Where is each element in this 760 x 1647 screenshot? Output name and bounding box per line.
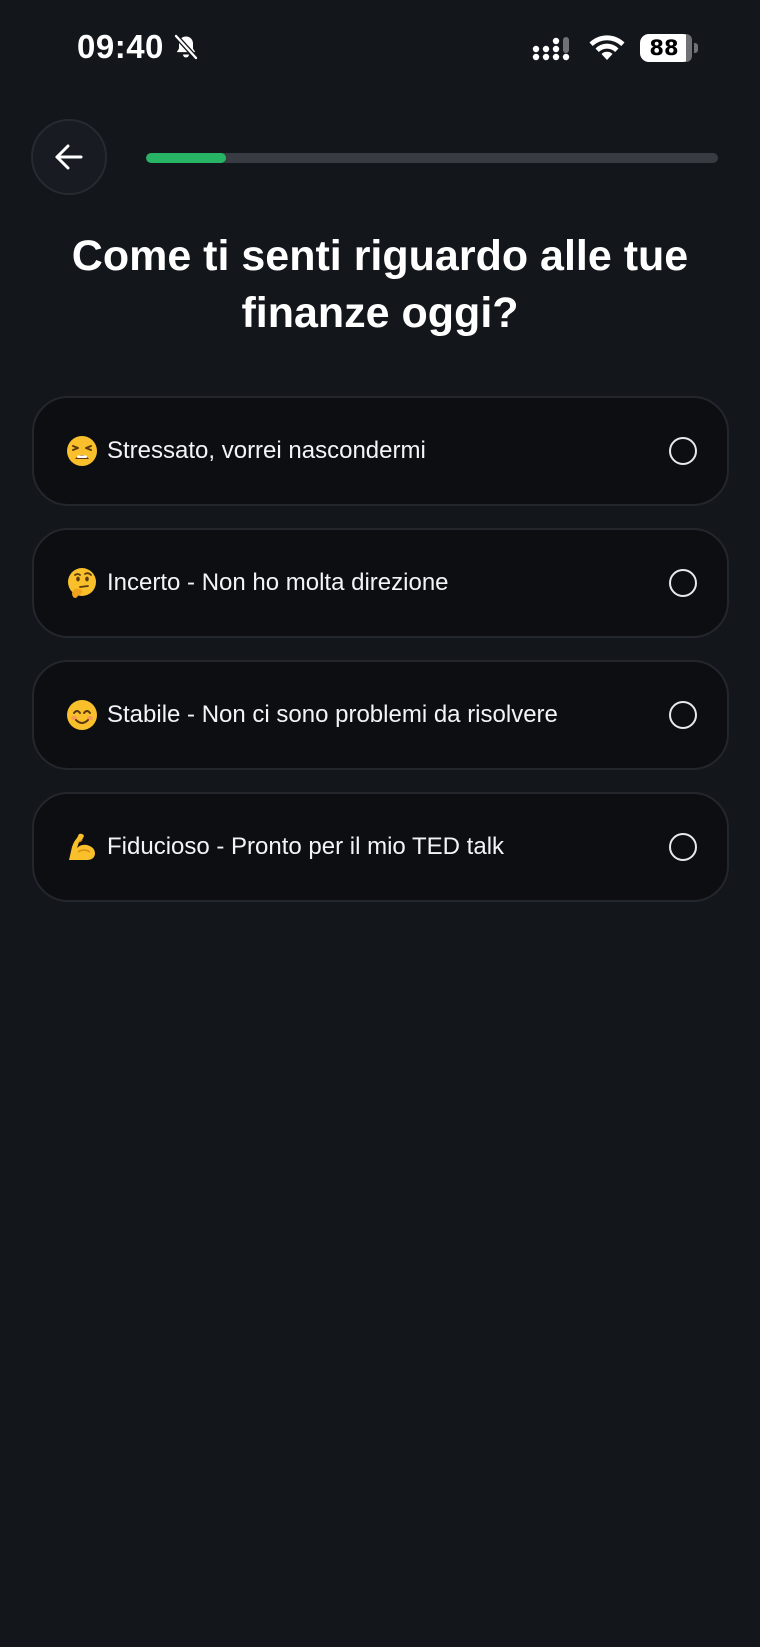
battery-icon: 88 (640, 34, 698, 62)
option-stressed[interactable]: Stressato, vorrei nascondermi (32, 396, 729, 506)
status-time: 09:40 (77, 28, 164, 65)
cellular-signal-icon (532, 33, 574, 63)
battery-body: 88 (640, 34, 692, 62)
back-button[interactable] (31, 119, 107, 195)
wifi-icon (588, 33, 626, 63)
radio-button[interactable] (669, 437, 697, 465)
flexed-biceps-emoji-icon (66, 831, 98, 863)
bell-slash-icon (172, 33, 200, 61)
radio-button[interactable] (669, 569, 697, 597)
option-label: Stabile - Non ci sono problemi da risolv… (107, 701, 558, 728)
app-screen: 09:40 88 Come ti senti riguardo alle tue… (0, 0, 760, 1647)
status-time-group: 09:40 (77, 28, 200, 66)
option-label: Incerto - Non ho molta direzione (107, 569, 449, 596)
radio-button[interactable] (669, 701, 697, 729)
arrow-left-icon (55, 144, 83, 170)
tired-face-emoji-icon (66, 435, 98, 467)
status-bar: 09:40 88 (0, 0, 760, 100)
answer-options: Stressato, vorrei nascondermi Incerto - … (32, 396, 729, 924)
radio-button[interactable] (669, 833, 697, 861)
progress-bar (146, 153, 718, 163)
battery-level: 88 (649, 36, 679, 60)
thinking-face-emoji-icon (66, 567, 98, 599)
progress-bar-fill (146, 153, 227, 163)
option-confident[interactable]: Fiducioso - Pronto per il mio TED talk (32, 792, 729, 902)
option-label: Fiducioso - Pronto per il mio TED talk (107, 833, 505, 860)
status-icons: 88 (532, 33, 698, 63)
option-uncertain[interactable]: Incerto - Non ho molta direzione (32, 528, 729, 638)
question-title: Come ti senti riguardo alle tue finanze … (71, 232, 689, 337)
smiling-face-emoji-icon (66, 699, 98, 731)
option-stable[interactable]: Stabile - Non ci sono problemi da risolv… (32, 660, 729, 770)
battery-tip (694, 43, 698, 53)
option-label: Stressato, vorrei nascondermi (107, 437, 426, 464)
